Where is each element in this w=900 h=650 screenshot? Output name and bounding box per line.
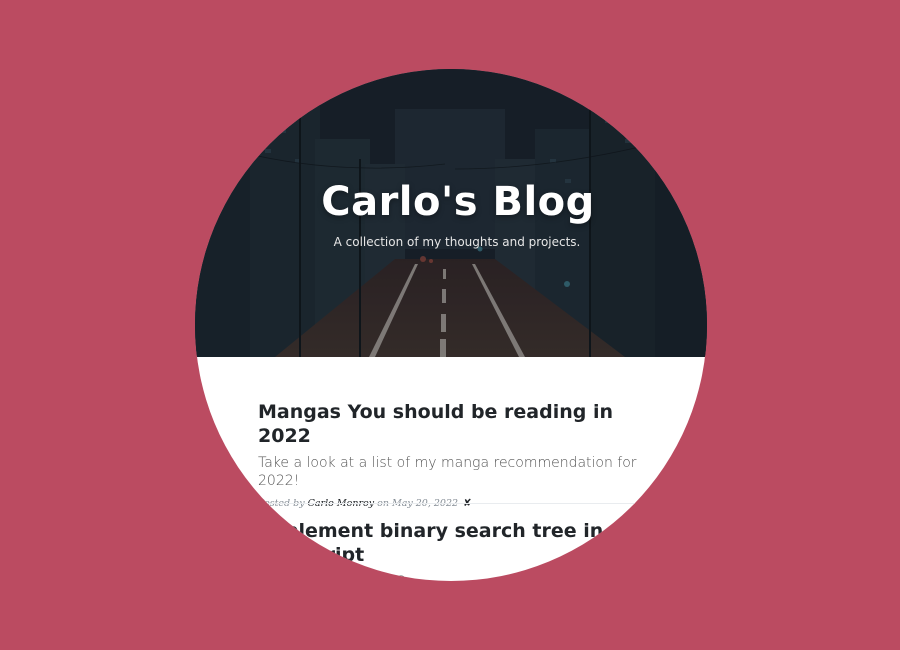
post-preview[interactable]: Mangas You should be reading in 2022 Tak… [258,400,658,509]
header-hero: Carlo's Blog A collection of my thoughts… [195,69,707,357]
post-subtitle[interactable]: Take a look at a list of my manga recomm… [258,454,658,490]
post-title[interactable]: Mangas You should be reading in 2022 [258,400,658,448]
post-divider [258,503,658,504]
post-title[interactable]: Implement binary search tree in Javascri… [258,519,658,567]
post-preview[interactable]: Implement binary search tree in Javascri… [258,519,658,581]
circular-viewport: Carlo's Blog A collection of my thoughts… [195,69,707,581]
post-subtitle[interactable]: Binary search with JS [258,573,658,581]
site-subtitle: A collection of my thoughts and projects… [333,235,581,249]
site-title: Carlo's Blog [321,179,595,225]
